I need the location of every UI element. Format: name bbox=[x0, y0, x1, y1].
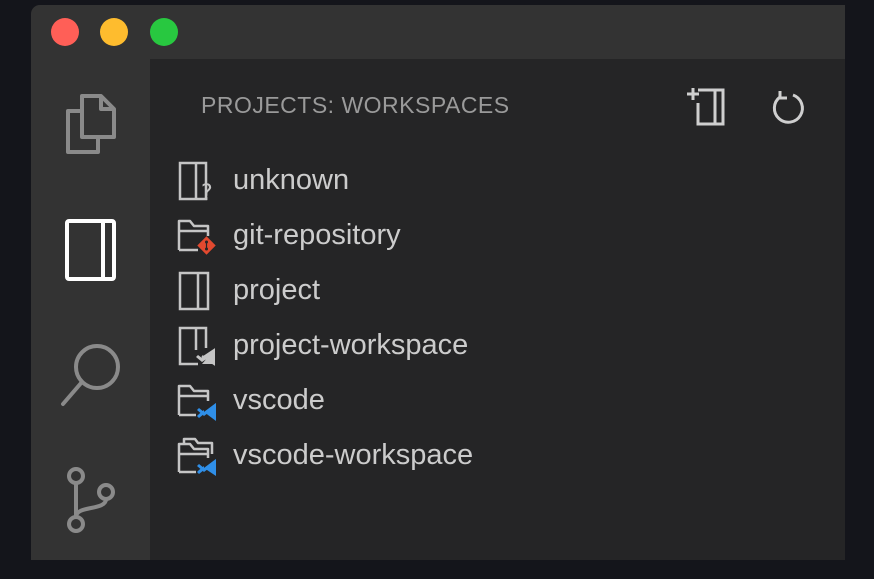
item-label: vscode-workspace bbox=[233, 439, 474, 471]
activity-explorer[interactable] bbox=[31, 84, 150, 164]
explorer-icon bbox=[65, 94, 116, 154]
git-folder-icon bbox=[177, 219, 216, 255]
project-list: ? unknown git-repository project project… bbox=[150, 153, 845, 483]
list-item[interactable]: vscode-workspace bbox=[150, 428, 845, 483]
item-label: git-repository bbox=[233, 219, 401, 251]
list-item[interactable]: ? unknown bbox=[150, 153, 845, 208]
list-item[interactable]: project-workspace bbox=[150, 318, 845, 373]
new-project-icon bbox=[687, 88, 725, 126]
list-item[interactable]: git-repository bbox=[150, 208, 845, 263]
new-project-button[interactable] bbox=[684, 85, 728, 129]
refresh-button[interactable] bbox=[766, 85, 810, 129]
title-bar bbox=[31, 5, 845, 59]
vscode-folder-icon bbox=[177, 384, 216, 421]
item-label: project bbox=[233, 274, 321, 306]
app-window: PROJECTS: WORKSPACES ? unknown git-repos… bbox=[31, 5, 845, 560]
search-icon bbox=[60, 344, 120, 406]
activity-search[interactable] bbox=[31, 335, 150, 415]
list-item[interactable]: vscode bbox=[150, 373, 845, 428]
svg-text:?: ? bbox=[201, 181, 213, 201]
sidebar-title: PROJECTS: WORKSPACES bbox=[201, 92, 510, 118]
activity-projects[interactable] bbox=[31, 210, 150, 290]
projects-icon bbox=[64, 219, 116, 281]
activity-bar bbox=[31, 59, 150, 560]
item-label: unknown bbox=[233, 164, 350, 196]
refresh-icon bbox=[772, 91, 804, 124]
zoom-window-button[interactable] bbox=[150, 18, 178, 46]
activity-source-control[interactable] bbox=[31, 460, 150, 540]
vscode-workspace-icon bbox=[177, 437, 216, 476]
minimize-window-button[interactable] bbox=[100, 18, 128, 46]
projects-sidebar: PROJECTS: WORKSPACES ? unknown git-repos… bbox=[150, 59, 845, 560]
item-label: vscode bbox=[233, 384, 325, 416]
project-workspace-icon bbox=[178, 326, 215, 366]
project-icon bbox=[178, 271, 210, 311]
item-label: project-workspace bbox=[233, 329, 469, 361]
source-control-icon bbox=[66, 467, 115, 533]
unknown-project-icon: ? bbox=[178, 161, 213, 201]
close-window-button[interactable] bbox=[51, 18, 79, 46]
list-item[interactable]: project bbox=[150, 263, 845, 318]
